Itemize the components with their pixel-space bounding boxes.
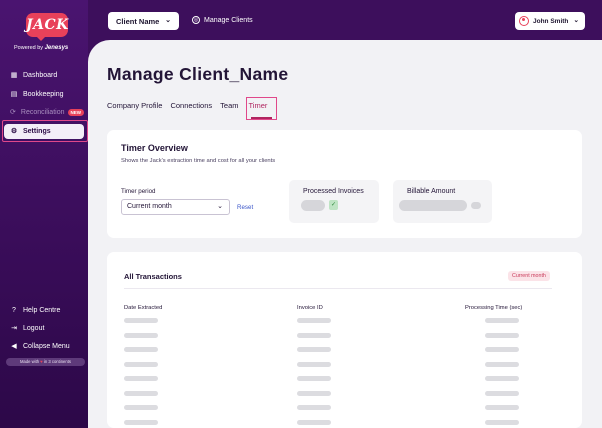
loading-skeleton bbox=[485, 405, 519, 410]
timer-overview-title: Timer Overview bbox=[121, 143, 188, 153]
jenesys-brand: Jenesys bbox=[44, 45, 69, 51]
sidebar-item-logout[interactable]: ⇥ Logout bbox=[4, 321, 84, 336]
column-header-processing-time: Processing Time (sec) bbox=[465, 305, 523, 311]
sidebar-item-dashboard[interactable]: ▦ Dashboard bbox=[4, 68, 84, 83]
timer-period-label: Timer period bbox=[121, 188, 156, 195]
loading-skeleton bbox=[485, 419, 519, 425]
loading-skeleton bbox=[297, 318, 331, 323]
tab-connections[interactable]: Connections bbox=[170, 101, 212, 110]
new-badge: NEW bbox=[67, 109, 84, 116]
main-content: Manage Client_Name Company Profile Conne… bbox=[88, 40, 602, 428]
powered-by: Powered by Jenesys bbox=[14, 45, 69, 51]
loading-skeleton bbox=[485, 361, 519, 367]
timer-overview-subtitle: Shows the Jack's extraction time and cos… bbox=[121, 158, 276, 164]
loading-skeleton bbox=[124, 332, 158, 338]
loading-skeleton bbox=[297, 347, 331, 352]
timer-overview-card: Timer Overview Shows the Jack's extracti… bbox=[107, 130, 582, 238]
manage-clients-link[interactable]: ◎ Manage Clients bbox=[192, 16, 253, 24]
sidebar-item-collapse-menu[interactable]: ◀ Collapse Menu bbox=[4, 339, 84, 354]
heart-icon: ♥ bbox=[40, 359, 43, 364]
loading-skeleton bbox=[124, 390, 158, 396]
divider bbox=[124, 288, 552, 289]
loading-skeleton bbox=[297, 376, 331, 381]
check-icon: ✓ bbox=[329, 200, 338, 210]
loading-skeleton bbox=[124, 361, 158, 367]
billable-amount-label: Billable Amount bbox=[407, 188, 456, 195]
logout-icon: ⇥ bbox=[11, 324, 17, 332]
avatar-icon bbox=[519, 16, 529, 26]
loading-skeleton bbox=[297, 361, 331, 367]
loading-skeleton bbox=[485, 347, 519, 352]
loading-skeleton bbox=[485, 332, 519, 338]
user-menu[interactable]: John Smith ⌄ bbox=[515, 12, 585, 30]
loading-skeleton bbox=[399, 200, 467, 211]
loading-skeleton bbox=[297, 419, 331, 425]
loading-skeleton bbox=[485, 376, 519, 381]
chevron-down-icon: ⌄ bbox=[165, 17, 171, 24]
page-title: Manage Client_Name bbox=[107, 64, 289, 84]
column-header-invoice-id: Invoice ID bbox=[297, 305, 323, 311]
settings-highlight bbox=[2, 120, 88, 142]
timer-period-select[interactable]: Current month ⌄ bbox=[121, 199, 230, 215]
help-icon: ? bbox=[12, 306, 16, 314]
billable-amount-panel: Billable Amount bbox=[393, 180, 492, 223]
tab-team[interactable]: Team bbox=[220, 101, 238, 110]
loading-skeleton bbox=[124, 376, 158, 381]
globe-icon: ◎ bbox=[192, 16, 200, 24]
loading-skeleton bbox=[485, 390, 519, 396]
loading-skeleton bbox=[124, 405, 158, 410]
loading-skeleton bbox=[297, 390, 331, 396]
client-select[interactable]: Client Name ⌄ bbox=[108, 12, 179, 30]
chevron-down-icon: ⌄ bbox=[573, 17, 579, 24]
collapse-icon: ◀ bbox=[11, 342, 17, 350]
reset-link[interactable]: Reset bbox=[237, 204, 253, 211]
loading-skeleton bbox=[485, 318, 519, 323]
sidebar-item-reconciliation[interactable]: ⟳ Reconciliation NEW bbox=[4, 105, 84, 120]
loading-skeleton bbox=[297, 332, 331, 338]
made-with-footer: Made with ♥ in 3 continents bbox=[6, 358, 85, 366]
active-tab-underline bbox=[251, 117, 272, 119]
loading-skeleton bbox=[297, 405, 331, 410]
current-month-badge: Current month bbox=[508, 271, 550, 281]
loading-skeleton bbox=[471, 202, 481, 209]
book-icon: ▤ bbox=[10, 90, 18, 98]
tab-company-profile[interactable]: Company Profile bbox=[107, 101, 162, 110]
sidebar-item-help-centre[interactable]: ? Help Centre bbox=[4, 303, 84, 318]
sidebar-item-bookkeeping[interactable]: ▤ Bookkeeping bbox=[4, 87, 84, 102]
chevron-down-icon: ⌄ bbox=[217, 203, 223, 210]
loading-skeleton bbox=[124, 419, 158, 425]
loading-skeleton bbox=[301, 200, 325, 211]
loading-skeleton bbox=[124, 347, 158, 352]
transactions-title: All Transactions bbox=[124, 272, 182, 281]
column-header-date-extracted: Date Extracted bbox=[124, 305, 163, 311]
sidebar: JACK Powered by Jenesys ▦ Dashboard ▤ Bo… bbox=[0, 0, 88, 428]
processed-invoices-panel: Processed Invoices ✓ bbox=[289, 180, 379, 223]
transactions-card: All Transactions Current month Date Extr… bbox=[107, 252, 582, 428]
jack-logo[interactable]: JACK bbox=[26, 13, 68, 41]
grid-icon: ▦ bbox=[10, 71, 18, 79]
reconcile-icon: ⟳ bbox=[10, 108, 16, 116]
loading-skeleton bbox=[124, 318, 158, 323]
processed-invoices-label: Processed Invoices bbox=[303, 188, 364, 195]
